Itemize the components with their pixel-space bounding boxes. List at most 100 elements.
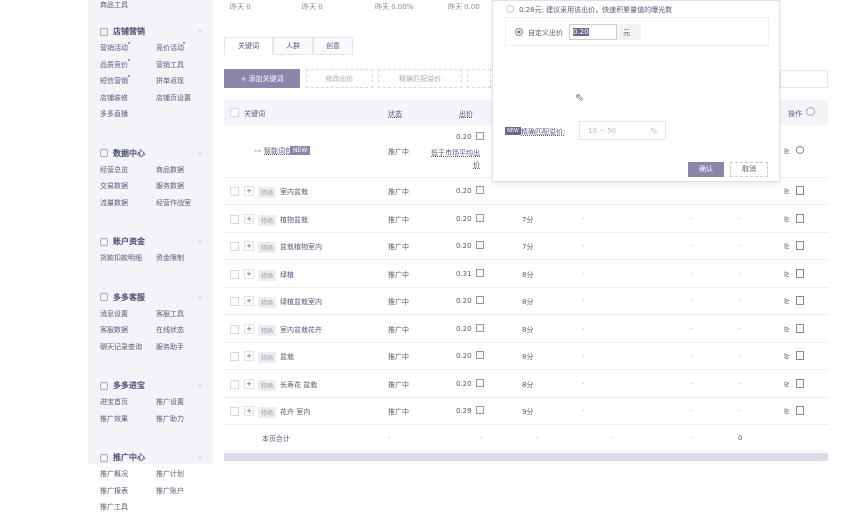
sidebar-item[interactable]: 短信营销 bbox=[100, 76, 128, 86]
row-checkbox[interactable] bbox=[230, 324, 239, 334]
settings-gear-icon[interactable] bbox=[806, 107, 815, 116]
row-checkbox[interactable] bbox=[230, 297, 239, 306]
edit-icon[interactable] bbox=[476, 186, 484, 194]
expand-button[interactable]: + bbox=[244, 268, 254, 279]
trash-icon[interactable] bbox=[796, 406, 804, 415]
sidebar-item[interactable]: 竞价活动 bbox=[156, 43, 184, 53]
sidebar-section-headset[interactable]: 多多客服 bbox=[100, 292, 145, 303]
modify-bid-button[interactable]: 修改出价 bbox=[306, 69, 373, 88]
search-input[interactable] bbox=[780, 70, 828, 88]
chevron-down-icon[interactable]: ⌄ bbox=[197, 236, 203, 244]
chart-icon[interactable]: ⊵ bbox=[784, 297, 790, 305]
expand-button[interactable]: + bbox=[244, 186, 254, 196]
tab-crowd[interactable]: 人群 bbox=[273, 37, 313, 55]
row-checkbox[interactable] bbox=[230, 214, 239, 224]
row-checkbox[interactable] bbox=[230, 379, 239, 389]
sidebar-item[interactable]: 推广设置 bbox=[156, 397, 184, 407]
sidebar-item[interactable]: 经营作战室 bbox=[156, 198, 191, 208]
expand-button[interactable]: + bbox=[244, 323, 254, 334]
exact-premium-button[interactable]: 精确匹配溢价 bbox=[378, 69, 462, 88]
chart-icon[interactable]: ⊵ bbox=[784, 187, 790, 195]
add-keyword-button[interactable]: + 添加关键词 bbox=[224, 69, 300, 88]
expand-button[interactable]: + bbox=[244, 351, 254, 361]
sidebar-item[interactable]: 推广效果 bbox=[100, 414, 128, 424]
edit-icon[interactable] bbox=[476, 268, 484, 277]
chart-icon[interactable]: ⊵ bbox=[784, 325, 790, 333]
sidebar-item[interactable]: 消息设置 bbox=[100, 309, 128, 319]
row-checkbox[interactable] bbox=[230, 187, 239, 196]
edit-icon[interactable] bbox=[476, 241, 484, 249]
sidebar-item[interactable]: 推广助力 bbox=[156, 414, 184, 424]
trash-icon[interactable] bbox=[796, 378, 804, 388]
sidebar-item[interactable]: 商品工具 bbox=[100, 0, 128, 10]
trash-icon[interactable] bbox=[796, 186, 804, 195]
row-checkbox[interactable] bbox=[230, 242, 239, 251]
tab-keyword[interactable]: 关键词 bbox=[224, 37, 273, 55]
edit-icon[interactable] bbox=[476, 351, 484, 359]
tab-creative[interactable]: 创意 bbox=[313, 37, 353, 55]
sidebar-item[interactable]: 客服工具 bbox=[156, 309, 184, 319]
sidebar-item[interactable]: 货款扣款明细 bbox=[100, 253, 142, 263]
sidebar-item[interactable]: 推广工具 bbox=[100, 502, 128, 512]
expand-button[interactable]: + bbox=[244, 296, 254, 306]
sidebar-item[interactable]: 推广报表 bbox=[100, 486, 128, 496]
trash-icon[interactable] bbox=[796, 323, 804, 333]
custom-radio[interactable] bbox=[515, 28, 523, 36]
sidebar-item[interactable]: 资金限制 bbox=[156, 253, 184, 263]
confirm-button[interactable]: 确认 bbox=[688, 162, 724, 177]
sidebar-section-wallet[interactable]: 账户资金 bbox=[100, 236, 145, 247]
edit-icon[interactable] bbox=[476, 323, 484, 332]
sidebar-item[interactable]: 拼单返现 bbox=[156, 76, 184, 86]
expand-button[interactable]: + bbox=[244, 213, 254, 224]
smart-package-name[interactable]: 智能词包 bbox=[264, 146, 292, 156]
header-bid[interactable]: 出价 bbox=[459, 109, 473, 119]
row-checkbox[interactable] bbox=[230, 407, 239, 416]
sidebar-section-shop[interactable]: 店铺营销 bbox=[100, 26, 145, 37]
horizontal-scrollbar[interactable] bbox=[224, 453, 828, 461]
expand-button[interactable]: + bbox=[244, 378, 254, 389]
sidebar-item[interactable]: 店铺页设置 bbox=[156, 93, 191, 103]
edit-icon[interactable] bbox=[476, 378, 484, 387]
sidebar-item[interactable]: 商品数据 bbox=[156, 165, 184, 175]
chart-icon[interactable]: ⊵ bbox=[784, 215, 790, 223]
select-all-checkbox[interactable] bbox=[230, 108, 239, 117]
row-checkbox[interactable] bbox=[230, 269, 239, 279]
chart-icon[interactable]: ⊵ bbox=[784, 352, 790, 360]
expand-button[interactable]: + bbox=[244, 241, 254, 251]
sidebar-item[interactable]: 品质竞价 bbox=[100, 60, 128, 70]
cancel-button[interactable]: 取消 bbox=[730, 162, 768, 177]
edit-icon[interactable] bbox=[476, 132, 484, 140]
sidebar-item[interactable]: 流量数据 bbox=[100, 198, 128, 208]
chevron-down-icon[interactable]: ⌄ bbox=[197, 380, 203, 388]
trash-icon[interactable] bbox=[796, 213, 804, 223]
trash-icon[interactable] bbox=[796, 268, 804, 278]
sidebar-item[interactable]: 营销工具 bbox=[156, 60, 184, 70]
edit-icon[interactable] bbox=[476, 406, 484, 414]
edit-icon[interactable] bbox=[476, 296, 484, 304]
chart-icon[interactable]: ⊵ bbox=[784, 147, 790, 155]
trash-icon[interactable] bbox=[796, 351, 804, 360]
sidebar-item[interactable]: 服务助手 bbox=[156, 342, 184, 352]
trash-icon[interactable] bbox=[796, 296, 804, 305]
pause-icon[interactable] bbox=[796, 146, 804, 154]
more-button[interactable] bbox=[467, 69, 491, 88]
chevron-down-icon[interactable]: ⌄ bbox=[197, 148, 203, 156]
trash-icon[interactable] bbox=[796, 241, 804, 250]
row-checkbox[interactable] bbox=[230, 352, 239, 361]
sidebar-section-share[interactable]: 推广中心 bbox=[100, 452, 145, 463]
sidebar-item[interactable]: 进宝首页 bbox=[100, 397, 128, 407]
sidebar-item[interactable]: 聊天记录查询 bbox=[100, 342, 142, 352]
sidebar-section-bar-chart[interactable]: 数据中心 bbox=[100, 148, 145, 159]
sidebar-item[interactable]: 营销活动 bbox=[100, 43, 128, 53]
suggest-radio[interactable] bbox=[506, 5, 514, 13]
sidebar-item[interactable]: 推广计划 bbox=[156, 469, 184, 479]
chevron-down-icon[interactable]: ⌄ bbox=[197, 292, 203, 300]
sidebar-item[interactable]: 在线状态 bbox=[156, 325, 184, 335]
sidebar-item[interactable]: 客服数据 bbox=[100, 325, 128, 335]
premium-input[interactable]: 10 ~ 50% bbox=[579, 121, 666, 140]
sidebar-item[interactable]: 推广账户 bbox=[156, 486, 184, 496]
sidebar-item[interactable]: 交易数据 bbox=[100, 181, 128, 191]
chart-icon[interactable]: ⊵ bbox=[784, 407, 790, 415]
edit-icon[interactable] bbox=[476, 213, 484, 222]
sidebar-section-gear-circle[interactable]: 多多进宝 bbox=[100, 380, 145, 391]
